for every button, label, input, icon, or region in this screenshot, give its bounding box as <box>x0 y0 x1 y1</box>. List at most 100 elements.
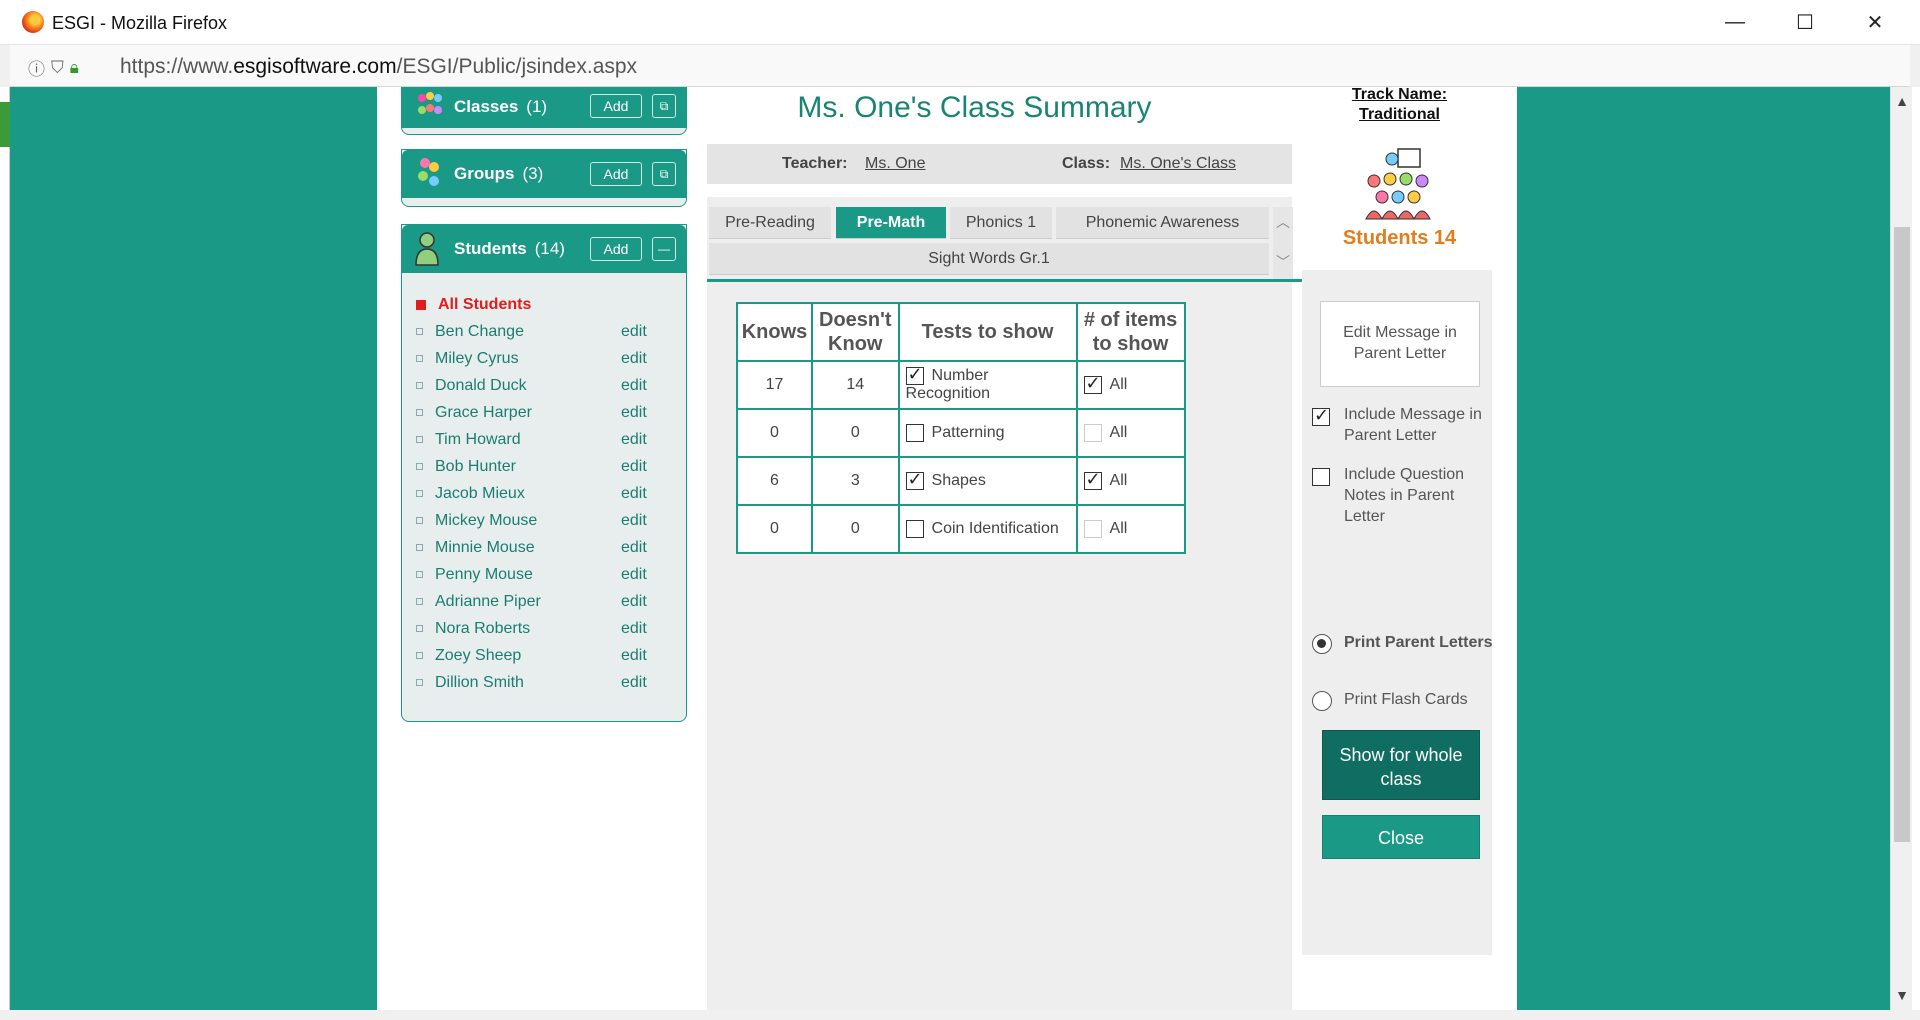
edit-student-link[interactable]: edit <box>621 404 647 422</box>
student-list-item[interactable]: Zoey Sheep edit <box>416 642 686 669</box>
edit-student-link[interactable]: edit <box>621 458 647 476</box>
student-name[interactable]: Miley Cyrus <box>435 350 519 368</box>
student-name[interactable]: Bob Hunter <box>435 458 516 476</box>
include-message-checkbox[interactable] <box>1312 405 1330 426</box>
items-checkbox[interactable] <box>1083 469 1102 490</box>
student-name[interactable]: Dillion Smith <box>435 674 524 692</box>
class-info-bar: Teacher: Ms. One Class: Ms. One's Class <box>707 144 1292 184</box>
edit-student-link[interactable]: edit <box>621 431 647 449</box>
print-flash-option[interactable]: Print Flash Cards <box>1312 689 1502 713</box>
edit-message-button[interactable]: Edit Message in Parent Letter <box>1320 301 1480 387</box>
print-letters-radio[interactable] <box>1312 634 1332 654</box>
student-list-item[interactable]: Bob Hunter edit <box>416 453 686 480</box>
address-bar[interactable]: ⓘ ⛉ 🔒︎ https://www.esgisoftware.com/ESGI… <box>10 45 1910 87</box>
student-name[interactable]: Mickey Mouse <box>435 512 537 530</box>
edit-student-link[interactable]: edit <box>621 485 647 503</box>
edit-student-link[interactable]: edit <box>621 377 647 395</box>
edit-student-link[interactable]: edit <box>621 593 647 611</box>
chevron-down-icon[interactable]: ﹀ <box>1273 237 1293 277</box>
student-name[interactable]: Jacob Mieux <box>435 485 525 503</box>
student-list-item[interactable]: Adrianne Piper edit <box>416 588 686 615</box>
page-scrollbar[interactable]: ▲ ▼ <box>1890 87 1912 1010</box>
tab-pre-reading[interactable]: Pre-Reading <box>709 207 831 239</box>
scroll-thumb[interactable] <box>1894 227 1910 842</box>
student-list-item[interactable]: Nora Roberts edit <box>416 615 686 642</box>
edit-student-link[interactable]: edit <box>621 674 647 692</box>
test-checkbox[interactable] <box>905 469 924 490</box>
info-icon[interactable]: ⓘ <box>28 55 45 80</box>
maximize-button[interactable]: ☐ <box>1770 0 1840 45</box>
student-name[interactable]: Donald Duck <box>435 377 527 395</box>
test-checkbox[interactable] <box>905 519 924 538</box>
student-list-item[interactable]: Minnie Mouse edit <box>416 534 686 561</box>
show-whole-class-button[interactable]: Show for whole class <box>1322 730 1480 800</box>
student-name[interactable]: Minnie Mouse <box>435 539 535 557</box>
tab-phonemic-awareness[interactable]: Phonemic Awareness <box>1056 207 1269 239</box>
all-students-item[interactable]: All Students <box>416 291 686 318</box>
test-cell[interactable]: Coin Identification <box>897 504 1078 554</box>
student-name[interactable]: Adrianne Piper <box>435 593 541 611</box>
include-notes-checkbox[interactable] <box>1312 468 1330 486</box>
student-name[interactable]: Grace Harper <box>435 404 532 422</box>
lock-icon[interactable]: 🔒︎ <box>70 58 79 78</box>
expand-classes-icon[interactable]: ⧉ <box>652 94 676 118</box>
scroll-down-icon[interactable]: ▼ <box>1891 987 1913 1003</box>
expand-groups-icon[interactable]: ⧉ <box>652 162 676 186</box>
edit-student-link[interactable]: edit <box>621 620 647 638</box>
items-checkbox[interactable] <box>1083 423 1102 442</box>
items-cell[interactable]: All <box>1075 456 1186 506</box>
print-letters-option[interactable]: Print Parent Letters <box>1312 632 1502 676</box>
student-list-item[interactable]: Jacob Mieux edit <box>416 480 686 507</box>
chevron-up-icon[interactable]: ︿ <box>1273 207 1293 237</box>
items-cell[interactable]: All <box>1075 504 1186 554</box>
include-notes-option[interactable]: Include Question Notes in Parent Letter <box>1312 464 1502 530</box>
student-list-item[interactable]: Dillion Smith edit <box>416 669 686 696</box>
collapse-students-icon[interactable]: — <box>652 237 676 261</box>
student-name[interactable]: Ben Change <box>435 323 524 341</box>
student-name[interactable]: Penny Mouse <box>435 566 533 584</box>
items-checkbox[interactable] <box>1083 519 1102 538</box>
class-group-icon <box>1352 147 1452 237</box>
student-list-item[interactable]: Donald Duck edit <box>416 372 686 399</box>
edit-student-link[interactable]: edit <box>621 647 647 665</box>
print-flash-radio[interactable] <box>1312 691 1332 711</box>
test-checkbox[interactable] <box>905 364 924 385</box>
tab-phonics-1[interactable]: Phonics 1 <box>950 207 1052 239</box>
test-cell[interactable]: Patterning <box>897 408 1078 458</box>
student-name[interactable]: Nora Roberts <box>435 620 530 638</box>
tab-sight-words[interactable]: Sight Words Gr.1 <box>709 243 1269 275</box>
tabs-scroller[interactable]: ︿ ﹀ <box>1273 207 1293 279</box>
items-cell[interactable]: All <box>1075 360 1186 410</box>
close-window-button[interactable]: ✕ <box>1840 0 1910 45</box>
shield-icon[interactable]: ⛉ <box>51 58 64 78</box>
add-class-button[interactable]: Add <box>590 94 642 118</box>
edit-student-link[interactable]: edit <box>621 323 647 341</box>
url-text[interactable]: https://www.esgisoftware.com/ESGI/Public… <box>120 55 637 79</box>
items-checkbox[interactable] <box>1083 373 1102 394</box>
items-cell[interactable]: All <box>1075 408 1186 458</box>
add-group-button[interactable]: Add <box>590 162 642 186</box>
tab-pre-math[interactable]: Pre-Math <box>836 207 946 239</box>
test-cell[interactable]: Shapes <box>897 456 1078 506</box>
student-list-item[interactable]: Mickey Mouse edit <box>416 507 686 534</box>
student-list-item[interactable]: Grace Harper edit <box>416 399 686 426</box>
student-list-item[interactable]: Tim Howard edit <box>416 426 686 453</box>
teacher-link[interactable]: Ms. One <box>865 155 925 173</box>
student-name[interactable]: Tim Howard <box>435 431 521 449</box>
student-list-item[interactable]: Penny Mouse edit <box>416 561 686 588</box>
minimize-button[interactable]: — <box>1700 0 1770 45</box>
class-link[interactable]: Ms. One's Class <box>1120 155 1236 173</box>
scroll-up-icon[interactable]: ▲ <box>1891 93 1913 109</box>
edit-student-link[interactable]: edit <box>621 512 647 530</box>
student-name[interactable]: Zoey Sheep <box>435 647 521 665</box>
include-message-option[interactable]: Include Message in Parent Letter <box>1312 404 1502 448</box>
close-button[interactable]: Close <box>1322 815 1480 859</box>
edit-student-link[interactable]: edit <box>621 350 647 368</box>
edit-student-link[interactable]: edit <box>621 566 647 584</box>
add-student-button[interactable]: Add <box>590 237 642 261</box>
student-list-item[interactable]: Miley Cyrus edit <box>416 345 686 372</box>
edit-student-link[interactable]: edit <box>621 539 647 557</box>
test-checkbox[interactable] <box>905 423 924 442</box>
test-cell[interactable]: Number Recognition <box>897 360 1078 410</box>
student-list-item[interactable]: Ben Change edit <box>416 318 686 345</box>
